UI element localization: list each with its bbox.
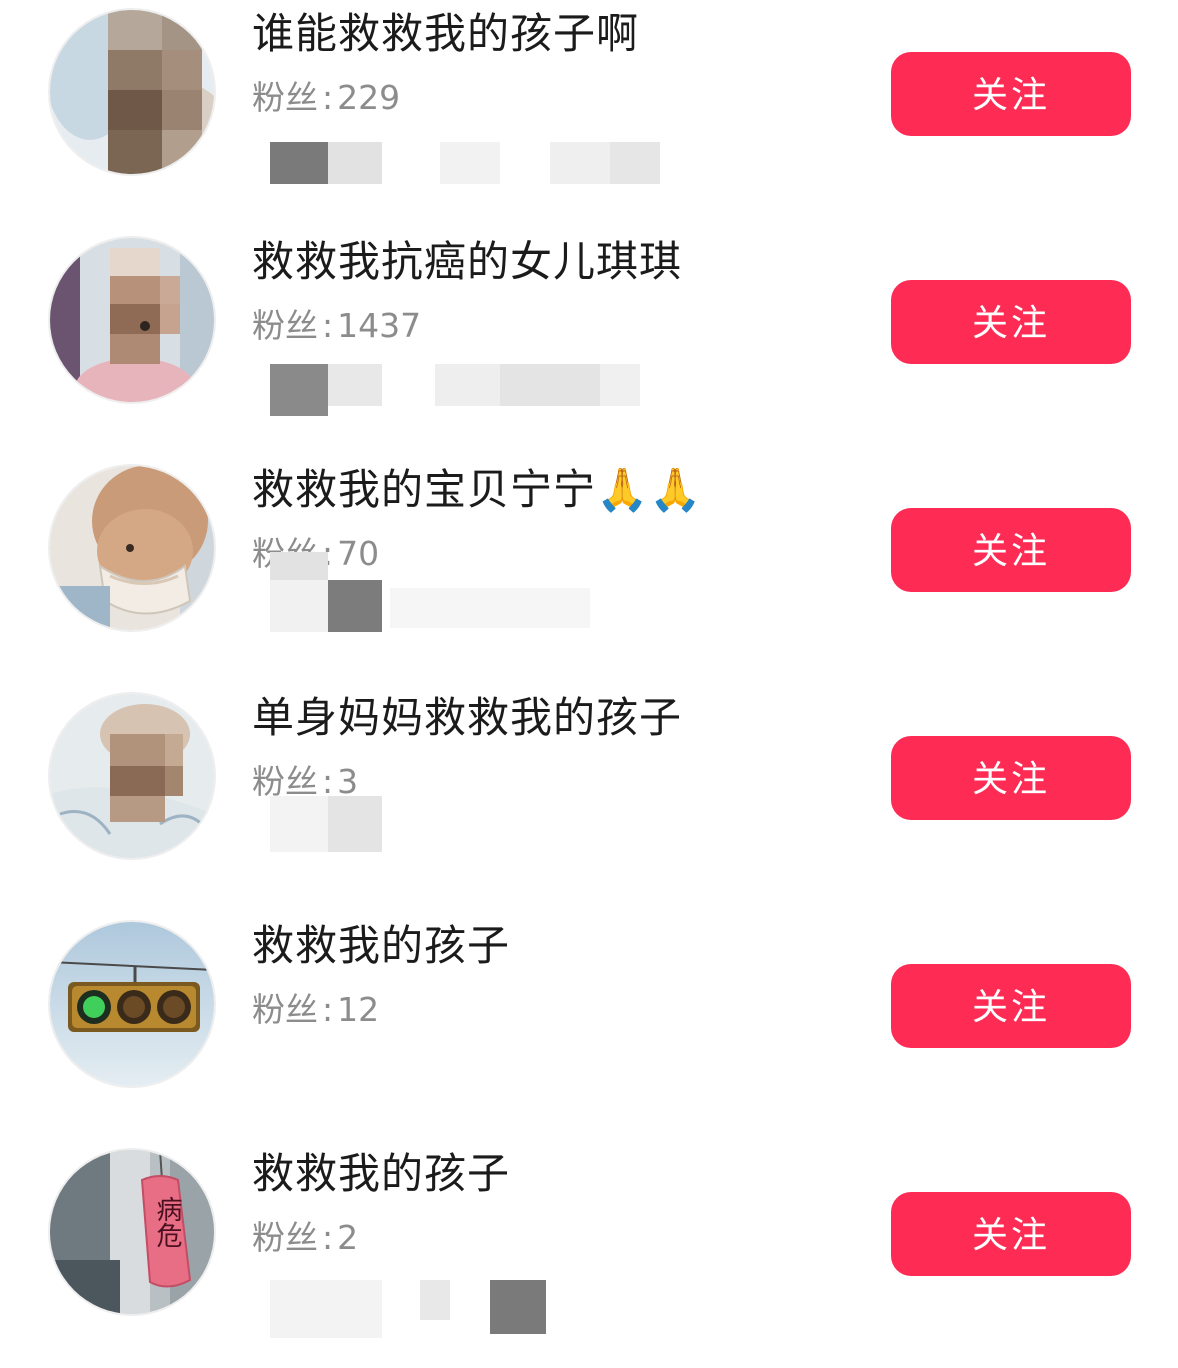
pixelated-baby-photo-icon[interactable] [48,8,216,176]
pixelated-child-in-hospital-icon[interactable] [48,236,216,404]
account-name[interactable]: 单身妈妈救救我的孩子 [252,692,682,744]
account-row[interactable]: 救救我的孩子 粉丝:12 关注 [0,912,1178,1140]
fans-count: 粉丝:2 [252,1218,358,1258]
bald-child-with-mask-icon[interactable] [48,464,216,632]
fans-count: 粉丝:229 [252,78,400,118]
follow-button[interactable]: 关注 [891,736,1131,820]
blurred-text [270,364,670,422]
fans-label: 粉丝 [252,1218,318,1257]
fans-count: 粉丝:12 [252,990,379,1030]
fans-separator: : [322,1218,334,1257]
fans-label: 粉丝 [252,306,318,345]
traffic-light-icon[interactable] [48,920,216,1088]
fans-label: 粉丝 [252,78,318,117]
account-row[interactable]: 病危 救救我的孩子 粉丝:2 关注 [0,1140,1178,1368]
account-name-text: 救救我的宝贝宁宁 [252,465,597,514]
fans-value: 2 [337,1218,359,1257]
pixelated-baby-blanket-icon[interactable] [48,692,216,860]
tag-text: 病危 [152,1196,182,1248]
account-name[interactable]: 谁能救救我的孩子啊 [252,8,639,60]
blurred-text [270,1280,670,1338]
follow-button[interactable]: 关注 [891,1192,1131,1276]
account-name[interactable]: 救救我抗癌的女儿琪琪 [252,236,682,288]
account-name[interactable]: 救救我的孩子 [252,920,510,972]
account-name[interactable]: 救救我的宝贝宁宁🙏🙏 [252,464,703,516]
blurred-text [270,142,670,200]
critical-condition-tag-icon[interactable]: 病危 [48,1148,216,1316]
fans-separator: : [322,78,334,117]
fans-count: 粉丝:1437 [252,306,421,346]
fans-value: 229 [337,78,401,117]
praying-hands-icon: 🙏🙏 [596,465,703,514]
fans-separator: : [322,990,334,1029]
fans-value: 1437 [337,306,422,345]
follow-button[interactable]: 关注 [891,280,1131,364]
account-row[interactable]: 谁能救救我的孩子啊 粉丝:229 关注 [0,0,1178,228]
blurred-text [270,552,670,632]
account-name[interactable]: 救救我的孩子 [252,1148,510,1200]
fans-value: 12 [337,990,380,1029]
account-list: 谁能救救我的孩子啊 粉丝:229 关注 救救我抗癌的女儿琪琪 粉丝: 1437… [0,0,1178,1343]
account-row[interactable]: 单身妈妈救救我的孩子 粉丝:3 关注 [0,684,1178,912]
follow-button[interactable]: 关注 [891,52,1131,136]
follow-button[interactable]: 关注 [891,964,1131,1048]
follow-button[interactable]: 关注 [891,508,1131,592]
blurred-text [270,796,670,854]
account-row[interactable]: 救救我抗癌的女儿琪琪 粉丝:1437 关注 [0,228,1178,456]
account-row[interactable]: 救救我的宝贝宁宁🙏🙏 粉丝:70 关注 [0,456,1178,684]
fans-label: 粉丝 [252,990,318,1029]
fans-separator: : [322,306,334,345]
